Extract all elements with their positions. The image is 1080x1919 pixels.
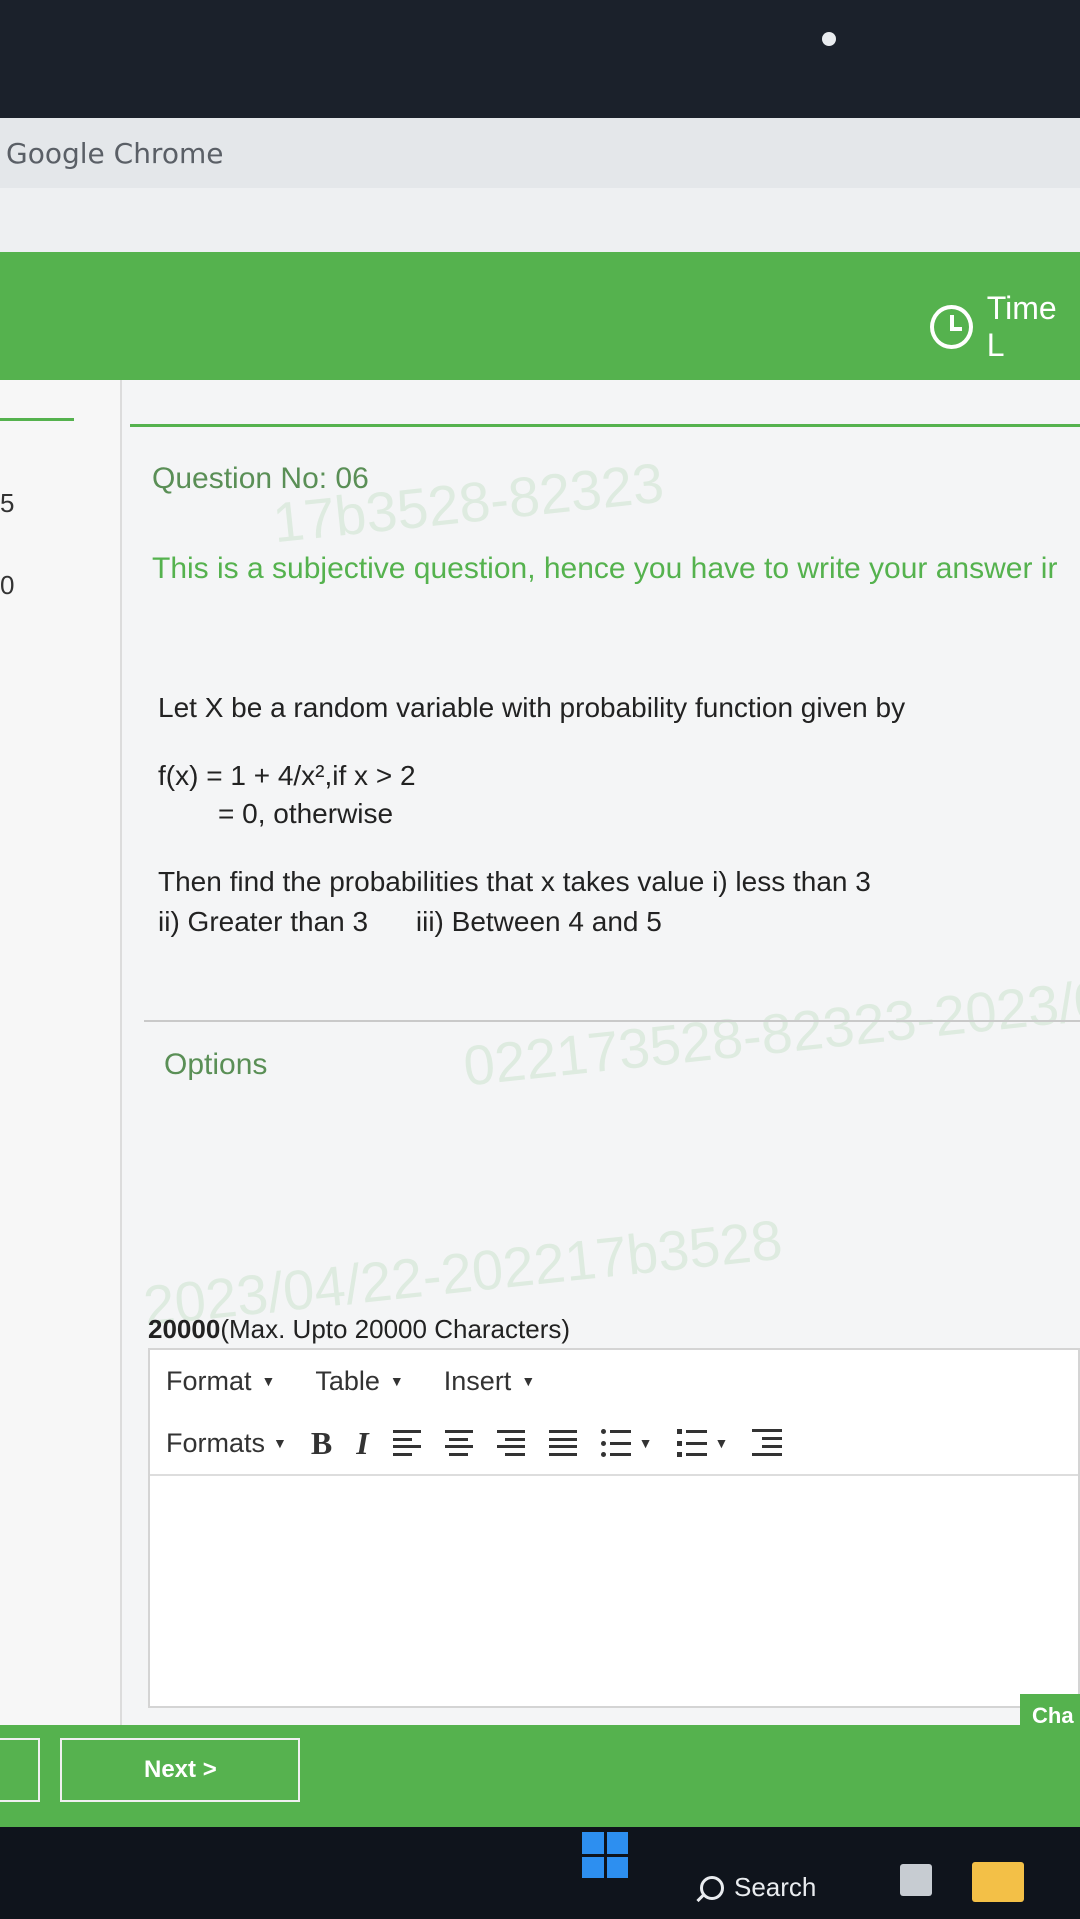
format-menu-label: Format (166, 1365, 252, 1396)
question-text: Let X be a random variable with probabil… (158, 688, 1058, 942)
caret-down-icon: ▼ (261, 1373, 276, 1389)
insert-menu-label: Insert (443, 1365, 512, 1396)
insert-menu[interactable]: Insert ▼ (444, 1366, 535, 1397)
sidebar-question-number[interactable]: 5 (0, 488, 14, 519)
question-line: Let X be a random variable with probabil… (158, 692, 906, 723)
exam-page: 5 0 17b3528-82323 2023/04/22-202217b3528… (0, 380, 1080, 1725)
taskbar-search-label: Search (734, 1872, 817, 1902)
device-bezel (0, 0, 1080, 118)
time-left-indicator: Time L (930, 290, 1080, 364)
question-line: ii) Greater than 3 (158, 906, 369, 937)
previous-button[interactable] (0, 1738, 40, 1802)
align-left-button[interactable] (392, 1430, 421, 1456)
caret-down-icon: ▼ (273, 1435, 287, 1451)
numbered-list-button[interactable]: ▼ (676, 1429, 729, 1457)
char-limit-note: (Max. Upto 20000 Characters) (220, 1314, 571, 1344)
align-justify-icon (548, 1430, 577, 1456)
char-limit-label: 20000(Max. Upto 20000 Characters) (148, 1314, 570, 1345)
sidebar-question-number[interactable]: 0 (0, 570, 14, 601)
watermark-text: 022173528-82323-2023/0 (460, 967, 1080, 1098)
question-line: = 0, otherwise (218, 798, 394, 829)
content-divider (130, 424, 1080, 427)
table-menu[interactable]: Table ▼ (315, 1366, 403, 1397)
italic-button[interactable]: I (356, 1425, 368, 1462)
sidebar-divider (0, 418, 74, 421)
options-divider (144, 1020, 1080, 1022)
align-center-button[interactable] (444, 1430, 473, 1456)
exam-header: Time L (0, 252, 1080, 380)
time-label: Time L (986, 290, 1057, 363)
question-line: iii) Between 4 and 5 (415, 906, 662, 937)
align-right-button[interactable] (496, 1430, 525, 1456)
question-sidebar: 5 0 (0, 380, 122, 1725)
formats-label: Formats (166, 1427, 266, 1458)
options-label: Options (164, 1048, 268, 1081)
editor-toolbar: Formats ▼ B I ▼ ▼ (150, 1412, 1078, 1476)
outdent-button[interactable] (752, 1429, 783, 1457)
align-left-icon (392, 1430, 421, 1456)
char-limit-count: 20000 (148, 1314, 221, 1344)
browser-titlebar: Google Chrome (0, 118, 1080, 188)
bullet-list-button[interactable]: ▼ (600, 1429, 653, 1457)
taskbar-app-icon[interactable] (900, 1864, 932, 1896)
search-icon (700, 1875, 724, 1900)
format-menu[interactable]: Format ▼ (166, 1366, 275, 1397)
browser-toolbar-strip (0, 188, 1080, 252)
next-button[interactable]: Next > (60, 1738, 300, 1802)
taskbar-search[interactable]: Search (700, 1872, 816, 1903)
clock-icon (930, 305, 973, 349)
camera-dot (822, 32, 836, 46)
bullet-list-icon (600, 1429, 631, 1457)
numbered-list-icon (676, 1429, 707, 1457)
align-justify-button[interactable] (548, 1430, 577, 1456)
question-panel: 17b3528-82323 2023/04/22-202217b3528 022… (122, 380, 1080, 1725)
align-right-icon (496, 1430, 525, 1456)
character-count-button[interactable]: Cha (1020, 1694, 1080, 1738)
outdent-icon (752, 1429, 783, 1457)
editor-menubar: Format ▼ Table ▼ Insert ▼ (150, 1350, 1078, 1412)
answer-editor[interactable]: Format ▼ Table ▼ Insert ▼ Formats ▼ B I … (148, 1348, 1080, 1708)
caret-down-icon: ▼ (638, 1435, 653, 1451)
caret-down-icon: ▼ (714, 1435, 729, 1451)
windows-start-icon[interactable] (582, 1832, 628, 1878)
bold-button[interactable]: B (311, 1425, 332, 1462)
file-explorer-icon[interactable] (972, 1862, 1024, 1902)
caret-down-icon: ▼ (521, 1373, 536, 1389)
formats-dropdown[interactable]: Formats ▼ (166, 1428, 287, 1459)
question-note: This is a subjective question, hence you… (152, 552, 1058, 585)
table-menu-label: Table (315, 1365, 380, 1396)
question-line: f(x) = 1 + 4/x²,if x > 2 (158, 760, 416, 791)
align-center-icon (444, 1430, 473, 1456)
question-line: Then find the probabilities that x takes… (158, 866, 871, 897)
browser-title: Google Chrome (6, 136, 224, 170)
caret-down-icon: ▼ (389, 1373, 404, 1389)
question-number: Question No: 06 (152, 462, 369, 495)
